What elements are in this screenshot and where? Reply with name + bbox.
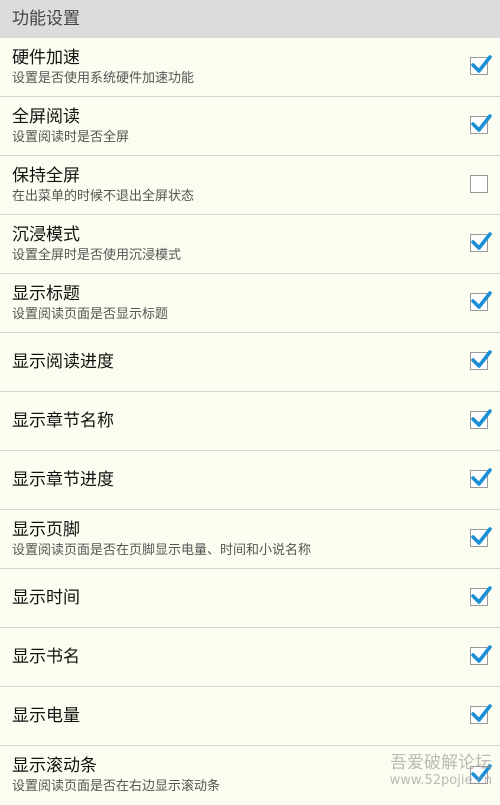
- checkbox[interactable]: [470, 55, 492, 75]
- setting-title: 显示时间: [12, 588, 80, 608]
- checkmark-icon: [471, 527, 492, 545]
- setting-text: 全屏阅读 设置阅读时是否全屏: [12, 97, 440, 155]
- setting-title: 显示章节名称: [12, 411, 114, 431]
- checkbox[interactable]: [470, 175, 488, 193]
- setting-description: 设置阅读页面是否显示标题: [12, 306, 169, 322]
- setting-text: 显示标题 设置阅读页面是否显示标题: [12, 274, 440, 332]
- setting-title: 全屏阅读: [12, 106, 80, 127]
- setting-text: 沉浸模式 设置全屏时是否使用沉浸模式: [12, 215, 440, 273]
- setting-description: 设置阅读页面是否在右边显示滚动条: [12, 779, 221, 794]
- checkmark-icon: [471, 586, 492, 604]
- setting-description: 设置是否使用系统硬件加速功能: [12, 70, 195, 86]
- checkbox[interactable]: [470, 645, 492, 665]
- setting-show-battery[interactable]: 显示电量: [0, 687, 500, 746]
- setting-description: 设置阅读页面是否在页脚显示电量、时间和小说名称: [12, 542, 312, 558]
- setting-hardware-acceleration[interactable]: 硬件加速 设置是否使用系统硬件加速功能: [0, 38, 500, 97]
- settings-list: 硬件加速 设置是否使用系统硬件加速功能 全屏阅读 设置阅读时是否全屏 保持全屏 …: [0, 38, 500, 805]
- setting-text: 显示滚动条 设置阅读页面是否在右边显示滚动条: [12, 746, 440, 805]
- setting-title: 显示页脚: [12, 519, 80, 540]
- setting-show-chapter-name[interactable]: 显示章节名称: [0, 392, 500, 451]
- checkmark-icon: [471, 350, 492, 368]
- setting-title: 保持全屏: [12, 165, 80, 186]
- setting-show-reading-progress[interactable]: 显示阅读进度: [0, 333, 500, 392]
- setting-title: 显示阅读进度: [12, 352, 114, 372]
- setting-text: 显示章节名称: [12, 392, 440, 450]
- setting-text: 显示章节进度: [12, 451, 440, 509]
- setting-title: 显示滚动条: [12, 756, 97, 776]
- setting-description: 设置全屏时是否使用沉浸模式: [12, 247, 182, 263]
- setting-text: 显示书名: [12, 628, 440, 686]
- setting-title: 沉浸模式: [12, 224, 80, 245]
- checkbox[interactable]: [470, 763, 492, 784]
- setting-text: 显示阅读进度: [12, 333, 440, 391]
- setting-keep-fullscreen[interactable]: 保持全屏 在出菜单的时候不退出全屏状态: [0, 156, 500, 215]
- checkmark-icon: [471, 409, 492, 427]
- checkmark-icon: [471, 55, 492, 73]
- checkbox[interactable]: [470, 350, 492, 370]
- setting-text: 硬件加速 设置是否使用系统硬件加速功能: [12, 38, 440, 96]
- checkmark-icon: [471, 291, 492, 309]
- setting-text: 显示时间: [12, 569, 440, 627]
- checkmark-icon: [471, 468, 492, 486]
- checkmark-icon: [471, 114, 492, 132]
- setting-show-time[interactable]: 显示时间: [0, 569, 500, 628]
- checkbox[interactable]: [470, 527, 492, 547]
- checkbox[interactable]: [470, 468, 492, 488]
- setting-show-scrollbar[interactable]: 显示滚动条 设置阅读页面是否在右边显示滚动条: [0, 746, 500, 805]
- checkmark-icon: [471, 763, 492, 782]
- setting-title: 显示电量: [12, 706, 80, 726]
- setting-text: 保持全屏 在出菜单的时候不退出全屏状态: [12, 156, 440, 214]
- checkmark-icon: [471, 704, 492, 722]
- setting-title: 显示章节进度: [12, 470, 114, 490]
- setting-title: 显示标题: [12, 283, 80, 304]
- setting-fullscreen-reading[interactable]: 全屏阅读 设置阅读时是否全屏: [0, 97, 500, 156]
- checkbox[interactable]: [470, 409, 492, 429]
- setting-show-book-name[interactable]: 显示书名: [0, 628, 500, 687]
- setting-show-chapter-progress[interactable]: 显示章节进度: [0, 451, 500, 510]
- setting-immersive-mode[interactable]: 沉浸模式 设置全屏时是否使用沉浸模式: [0, 215, 500, 274]
- setting-description: 在出菜单的时候不退出全屏状态: [12, 188, 195, 204]
- checkbox[interactable]: [470, 232, 492, 252]
- section-header: 功能设置: [0, 0, 500, 38]
- setting-show-footer[interactable]: 显示页脚 设置阅读页面是否在页脚显示电量、时间和小说名称: [0, 510, 500, 569]
- setting-show-title[interactable]: 显示标题 设置阅读页面是否显示标题: [0, 274, 500, 333]
- checkmark-icon: [471, 232, 492, 250]
- setting-title: 硬件加速: [12, 47, 80, 68]
- setting-description: 设置阅读时是否全屏: [12, 129, 130, 145]
- checkmark-icon: [471, 645, 492, 663]
- setting-text: 显示页脚 设置阅读页面是否在页脚显示电量、时间和小说名称: [12, 510, 440, 568]
- checkbox[interactable]: [470, 291, 492, 311]
- checkbox[interactable]: [470, 586, 492, 606]
- setting-title: 显示书名: [12, 647, 80, 667]
- checkbox[interactable]: [470, 114, 492, 134]
- setting-text: 显示电量: [12, 687, 440, 745]
- checkbox[interactable]: [470, 704, 492, 724]
